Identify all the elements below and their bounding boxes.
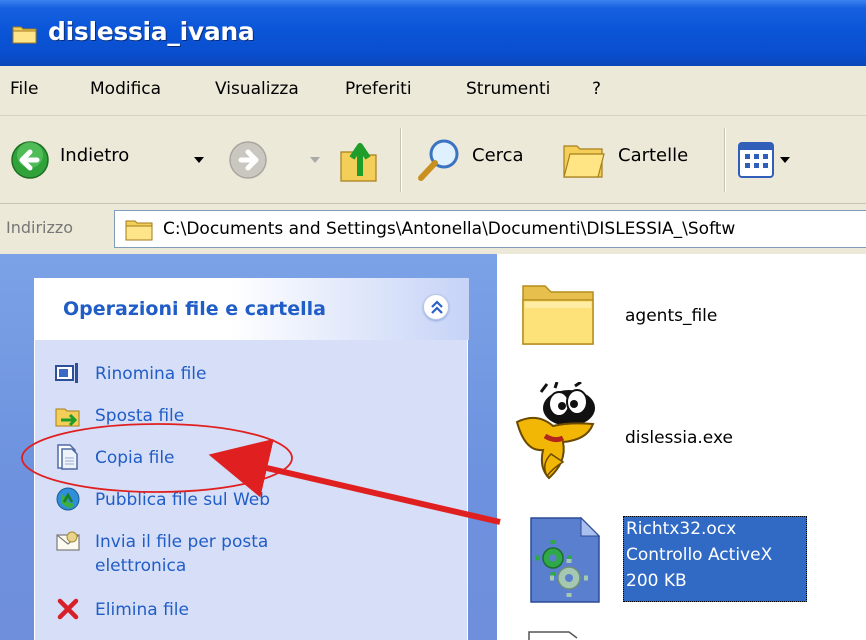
forward-dropdown-icon[interactable] xyxy=(310,157,320,163)
address-field[interactable]: C:\Documents and Settings\Antonella\Docu… xyxy=(114,210,866,248)
task-send-email[interactable]: Invia il file per posta elettronica xyxy=(55,528,375,584)
delete-icon xyxy=(57,598,79,620)
selected-file-label[interactable]: Richtx32.ocx Controllo ActiveX 200 KB xyxy=(623,516,807,602)
task-label: Rinomina file xyxy=(95,364,207,384)
file-name: Richtx32.ocx xyxy=(626,519,737,539)
menu-preferiti[interactable]: Preferiti xyxy=(345,79,412,99)
back-button[interactable]: Indietro xyxy=(10,134,210,186)
email-icon xyxy=(56,531,80,551)
activex-icon xyxy=(530,516,601,603)
file-type: Controllo ActiveX xyxy=(626,545,773,565)
window-title: dislessia_ivana xyxy=(48,17,255,46)
address-path: C:\Documents and Settings\Antonella\Docu… xyxy=(163,219,736,239)
task-label-line1: Invia il file per posta xyxy=(95,532,269,552)
task-rename-file[interactable]: Rinomina file xyxy=(55,360,355,396)
toolbar-separator xyxy=(724,128,726,192)
title-bar[interactable]: dislessia_ivana xyxy=(0,0,866,66)
up-folder-icon[interactable] xyxy=(338,136,382,184)
folders-label: Cartelle xyxy=(618,145,689,166)
file-folder-tasks-panel: Operazioni file e cartella Rinomina file xyxy=(34,278,469,640)
views-button[interactable] xyxy=(738,134,818,186)
folders-icon xyxy=(563,145,605,178)
menu-visualizza[interactable]: Visualizza xyxy=(215,79,299,99)
rename-icon xyxy=(55,363,78,383)
folder-icon xyxy=(125,220,153,241)
publish-web-icon xyxy=(56,487,80,511)
address-bar: Indirizzo C:\Documents and Settings\Anto… xyxy=(0,204,866,254)
back-dropdown-icon[interactable] xyxy=(194,157,204,163)
views-dropdown-icon[interactable] xyxy=(780,157,790,163)
file-list: agents_file dislessia.exe Richtx32.ocx C… xyxy=(497,254,866,640)
menu-file[interactable]: File xyxy=(10,79,38,99)
task-publish-web[interactable]: Pubblica file sul Web xyxy=(55,486,375,522)
menu-strumenti[interactable]: Strumenti xyxy=(466,79,550,99)
menu-modifica[interactable]: Modifica xyxy=(90,79,161,99)
back-arrow-icon xyxy=(11,141,49,179)
file-icon-wrapper[interactable] xyxy=(525,512,605,608)
menu-bar: File Modifica Visualizza Preferiti Strum… xyxy=(0,66,866,116)
forward-arrow-icon xyxy=(229,141,267,179)
file-item-agents-file[interactable]: agents_file xyxy=(517,272,857,356)
file-item-dislessia-exe[interactable]: dislessia.exe xyxy=(511,382,857,482)
task-label: Elimina file xyxy=(95,600,189,620)
address-label: Indirizzo xyxy=(6,218,74,237)
file-icon-partial xyxy=(528,631,578,640)
back-label: Indietro xyxy=(60,145,130,166)
search-button[interactable]: Cerca xyxy=(416,134,556,186)
collapse-button[interactable] xyxy=(423,294,449,320)
task-label: Sposta file xyxy=(95,406,185,426)
file-name: dislessia.exe xyxy=(625,428,733,448)
toolbar: Indietro Cerca Cartelle xyxy=(0,116,866,204)
folder-icon xyxy=(12,26,37,44)
move-icon xyxy=(55,408,80,427)
views-icon xyxy=(738,142,774,178)
forward-button[interactable] xyxy=(228,134,328,186)
file-size: 200 KB xyxy=(626,571,687,591)
menu-help[interactable]: ? xyxy=(592,79,601,99)
copy-icon xyxy=(57,444,78,470)
search-label: Cerca xyxy=(472,145,524,166)
task-copy-file[interactable]: Copia file xyxy=(55,444,355,480)
search-icon xyxy=(418,139,459,181)
panel-title: Operazioni file e cartella xyxy=(63,298,326,320)
task-move-file[interactable]: Sposta file xyxy=(55,402,355,438)
duck-app-icon xyxy=(515,382,595,480)
toolbar-separator xyxy=(400,128,402,192)
folder-icon xyxy=(522,285,594,345)
folders-button[interactable]: Cartelle xyxy=(560,134,720,186)
task-delete-file[interactable]: Elimina file xyxy=(55,596,355,632)
file-name: agents_file xyxy=(625,306,718,326)
panel-header[interactable]: Operazioni file e cartella xyxy=(35,278,469,340)
task-pane: Operazioni file e cartella Rinomina file xyxy=(0,254,497,640)
task-label-line2: elettronica xyxy=(95,556,187,576)
chevron-up-icon xyxy=(431,300,443,314)
task-label: Pubblica file sul Web xyxy=(95,490,271,510)
task-label: Copia file xyxy=(95,448,175,468)
